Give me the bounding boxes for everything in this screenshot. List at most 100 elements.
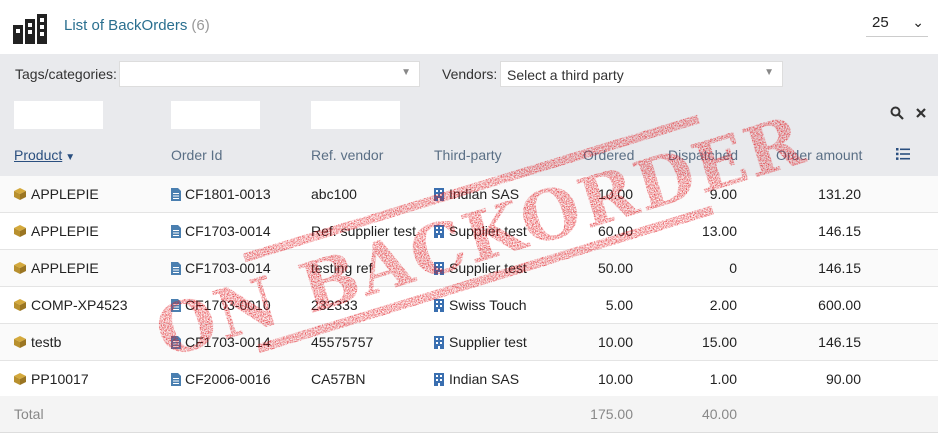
ordered-cell: 10.00 <box>597 186 633 202</box>
table-row: COMP-XP4523 CF1703-0010 232333 Swiss Tou… <box>0 287 938 324</box>
order-amount-cell: 131.20 <box>818 186 861 202</box>
order-id-link: CF1801-0013 <box>185 186 271 202</box>
third-party-cell[interactable]: Swiss Touch <box>434 297 527 313</box>
chevron-down-icon: ⌄ <box>912 14 924 30</box>
table-row: APPLEPIE CF1801-0013 abc100 Indian SAS 1… <box>0 176 938 213</box>
table-row: testb CF1703-0014 45575757 Supplier test… <box>0 324 938 361</box>
column-header-product[interactable]: Product ▼ <box>14 147 75 163</box>
order-amount-cell: 146.15 <box>818 334 861 350</box>
order-id-link: CF1703-0014 <box>185 334 271 350</box>
column-header-ordered[interactable]: Ordered <box>583 147 634 163</box>
third-party-cell[interactable]: Indian SAS <box>434 186 519 202</box>
ordered-cell: 60.00 <box>597 223 633 239</box>
ordered-cell: 10.00 <box>597 334 633 350</box>
product-box-icon <box>14 373 26 385</box>
search-icon[interactable] <box>890 106 904 120</box>
dispatched-cell: 15.00 <box>701 334 737 350</box>
product-link: APPLEPIE <box>31 186 99 202</box>
ordered-cell: 50.00 <box>597 260 633 276</box>
document-icon <box>171 262 181 275</box>
product-link: PP10017 <box>31 371 89 387</box>
order-amount-cell: 600.00 <box>818 297 861 313</box>
tags-label: Tags/categories: <box>15 66 117 82</box>
product-link: testb <box>31 334 62 350</box>
dispatched-cell: 0 <box>729 260 737 276</box>
order-amount-cell: 146.15 <box>818 260 861 276</box>
search-order-id-input[interactable] <box>171 101 260 129</box>
order-id-cell[interactable]: CF1801-0013 <box>171 186 271 202</box>
third-party-building-icon <box>434 373 444 386</box>
product-cell[interactable]: APPLEPIE <box>14 223 99 239</box>
third-party-link: Supplier test <box>449 260 527 276</box>
totals-row: Total 175.00 40.00 <box>0 396 938 433</box>
document-icon <box>171 373 181 386</box>
column-header-third-party[interactable]: Third-party <box>434 147 502 163</box>
dispatched-cell: 2.00 <box>709 297 737 313</box>
product-box-icon <box>14 262 26 274</box>
ref-vendor-cell: Ref. supplier test <box>311 223 417 239</box>
product-cell[interactable]: APPLEPIE <box>14 186 99 202</box>
product-box-icon <box>14 336 26 348</box>
page-size-select[interactable]: 25 ⌄ <box>866 8 928 37</box>
order-id-link: CF2006-0016 <box>185 371 271 387</box>
third-party-link: Swiss Touch <box>449 297 527 313</box>
record-count: (6) <box>191 17 210 34</box>
product-link: APPLEPIE <box>31 223 99 239</box>
order-id-link: CF1703-0014 <box>185 260 271 276</box>
third-party-cell[interactable]: Supplier test <box>434 260 527 276</box>
dispatched-cell: 1.00 <box>709 371 737 387</box>
order-id-cell[interactable]: CF1703-0014 <box>171 223 271 239</box>
order-id-cell[interactable]: CF1703-0014 <box>171 260 271 276</box>
third-party-cell[interactable]: Supplier test <box>434 334 527 350</box>
product-cell[interactable]: COMP-XP4523 <box>14 297 127 313</box>
product-box-icon <box>14 188 26 200</box>
order-id-link: CF1703-0014 <box>185 223 271 239</box>
third-party-link: Indian SAS <box>449 186 520 202</box>
ref-vendor-cell: testing ref <box>311 260 373 276</box>
order-id-cell[interactable]: CF1703-0010 <box>171 297 271 313</box>
product-box-icon <box>14 299 26 311</box>
column-header-order-amount[interactable]: Order amount <box>776 147 862 163</box>
table-row: APPLEPIE CF1703-0014 Ref. supplier test … <box>0 213 938 250</box>
search-ref-vendor-input[interactable] <box>311 101 400 129</box>
third-party-link: Supplier test <box>449 223 527 239</box>
product-cell[interactable]: testb <box>14 334 61 350</box>
ref-vendor-cell: 45575757 <box>311 334 374 350</box>
order-id-cell[interactable]: CF1703-0014 <box>171 334 271 350</box>
product-box-icon <box>14 225 26 237</box>
page-title-text: List of BackOrders <box>64 17 188 34</box>
ref-vendor-cell: 232333 <box>311 297 358 313</box>
column-header-dispatched[interactable]: Dispatched <box>668 147 738 163</box>
table-row: APPLEPIE CF1703-0014 testing ref Supplie… <box>0 250 938 287</box>
product-cell[interactable]: PP10017 <box>14 371 89 387</box>
third-party-cell[interactable]: Supplier test <box>434 223 527 239</box>
column-header-ref-vendor[interactable]: Ref. vendor <box>311 147 383 163</box>
tags-select[interactable]: ▼ <box>119 61 420 87</box>
vendors-label: Vendors: <box>442 66 498 82</box>
document-icon <box>171 336 181 349</box>
document-icon <box>171 188 181 201</box>
ref-vendor-cell: CA57BN <box>311 371 366 387</box>
third-party-link: Supplier test <box>449 334 527 350</box>
third-party-building-icon <box>434 336 444 349</box>
column-header-order-id[interactable]: Order Id <box>171 147 222 163</box>
search-product-input[interactable] <box>14 101 103 129</box>
vendors-select[interactable]: Select a third party ▼ <box>500 61 783 87</box>
sort-desc-icon: ▼ <box>65 152 76 163</box>
third-party-cell[interactable]: Indian SAS <box>434 371 519 387</box>
product-cell[interactable]: APPLEPIE <box>14 260 99 276</box>
third-party-building-icon <box>434 299 444 312</box>
close-icon[interactable] <box>915 107 927 119</box>
order-id-cell[interactable]: CF2006-0016 <box>171 371 271 387</box>
dropdown-arrow-icon: ▼ <box>401 67 411 78</box>
third-party-building-icon <box>434 262 444 275</box>
list-columns-icon[interactable] <box>896 148 910 160</box>
building-icon <box>13 14 47 44</box>
page-title: List of BackOrders (6) <box>64 17 210 34</box>
table-row: PP10017 CF2006-0016 CA57BN Indian SAS 10… <box>0 361 938 398</box>
dispatched-cell: 9.00 <box>709 186 737 202</box>
dropdown-arrow-icon: ▼ <box>764 67 774 78</box>
order-amount-cell: 146.15 <box>818 223 861 239</box>
ref-vendor-cell: abc100 <box>311 186 357 202</box>
page-size-value: 25 <box>872 14 889 31</box>
